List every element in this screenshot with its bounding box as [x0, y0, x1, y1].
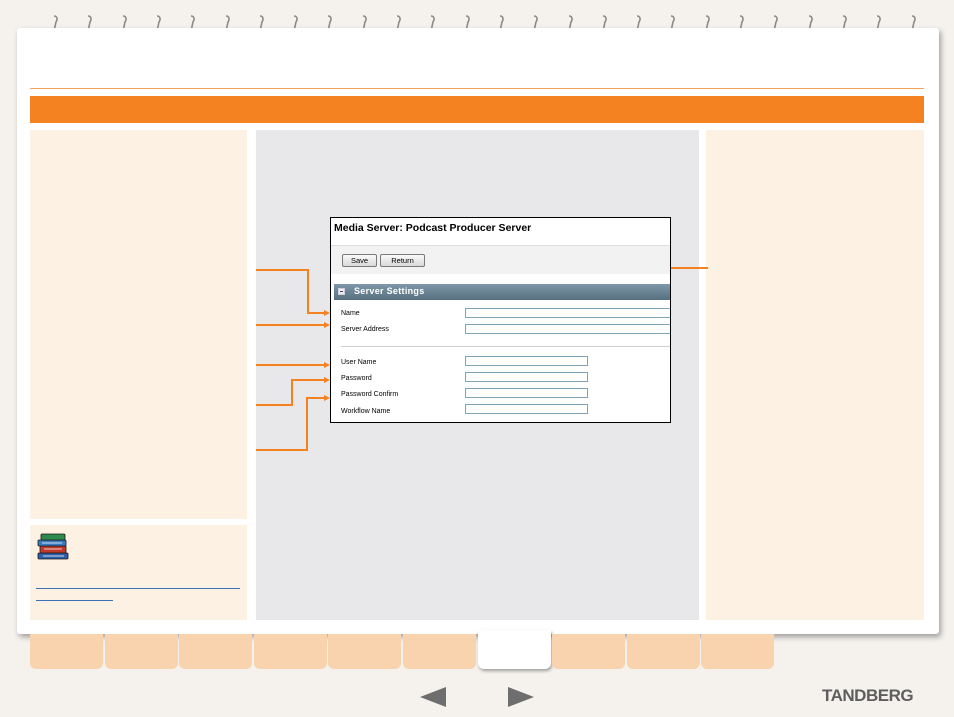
workflow-name-field[interactable]	[465, 404, 588, 414]
section-tab[interactable]	[403, 634, 476, 669]
screenshot-title: Media Server: Podcast Producer Server	[334, 222, 532, 234]
section-tab[interactable]	[30, 634, 103, 669]
name-field[interactable]	[465, 308, 670, 318]
field-separator	[341, 346, 670, 347]
return-button[interactable]: Return	[380, 254, 425, 267]
section-tab[interactable]	[626, 634, 700, 669]
next-page-arrow-icon[interactable]	[508, 687, 534, 707]
previous-page-arrow-icon[interactable]	[420, 687, 446, 707]
section-title: Server Settings	[354, 286, 425, 296]
tandberg-logo: TANDBERG	[822, 686, 914, 705]
callout-name	[256, 269, 326, 314]
save-button[interactable]: Save	[342, 254, 377, 267]
section-tab[interactable]	[701, 634, 775, 669]
section-tab[interactable]	[552, 634, 626, 669]
server-settings-section[interactable]: Server Settings	[334, 284, 670, 300]
user-name-field[interactable]	[465, 356, 588, 366]
field-label-password-confirm: Password Confirm	[341, 391, 399, 398]
field-label-password: Password	[341, 375, 372, 382]
section-tab[interactable]	[104, 634, 178, 669]
media-server-screenshot: Media Server: Podcast Producer Server Sa…	[330, 217, 671, 423]
callout-password	[256, 379, 326, 406]
field-label-server-address: Server Address	[341, 326, 389, 333]
section-tab[interactable]	[179, 634, 253, 669]
screenshot-toolbar: Save Return	[331, 245, 670, 274]
section-tab[interactable]	[253, 634, 327, 669]
collapse-icon[interactable]	[338, 288, 345, 295]
field-label-name: Name	[341, 310, 360, 317]
section-tab[interactable]	[477, 630, 551, 669]
server-address-field[interactable]	[465, 324, 670, 334]
section-tab[interactable]	[328, 634, 402, 669]
field-label-user-name: User Name	[341, 359, 377, 366]
field-label-workflow-name: Workflow Name	[341, 408, 391, 415]
password-field[interactable]	[465, 372, 588, 382]
password-confirm-field[interactable]	[465, 388, 588, 398]
